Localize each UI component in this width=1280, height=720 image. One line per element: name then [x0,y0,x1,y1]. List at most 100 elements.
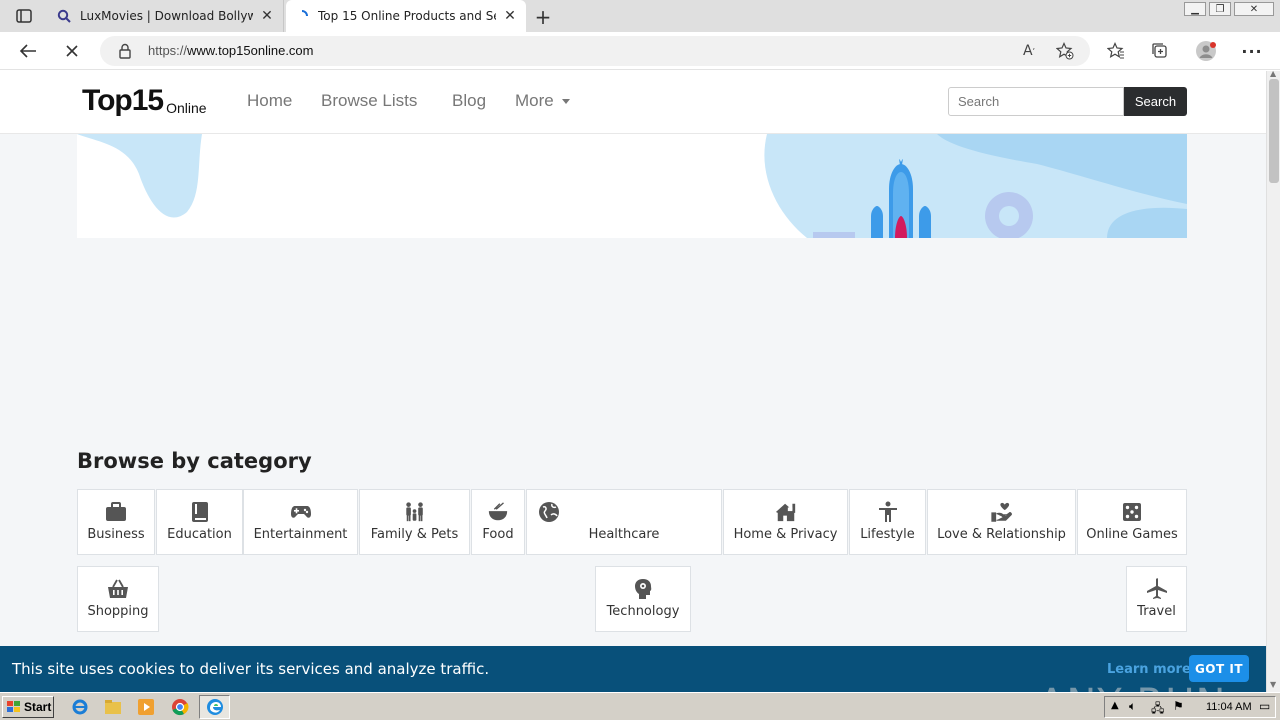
flag-icon[interactable]: ⚑ [1173,699,1184,713]
category-label: Food [482,527,514,542]
site-search-button[interactable]: Search [1124,87,1187,116]
url-scheme: https:// [148,43,188,58]
category-family-pets[interactable]: Family & Pets [359,489,470,555]
new-tab-button[interactable]: + [532,5,554,29]
media-player-taskbar-icon[interactable] [136,697,156,717]
category-entertainment[interactable]: Entertainment [243,489,358,555]
category-label: Love & Relationship [937,527,1066,542]
scroll-down-arrow-icon[interactable]: ▼ [1270,680,1276,689]
category-label: Technology [606,604,680,619]
explorer-taskbar-icon[interactable] [103,697,123,717]
scrollbar-thumb[interactable] [1269,79,1279,183]
stop-icon [66,45,78,57]
close-icon: ✕ [1249,3,1259,15]
start-button[interactable]: Start [2,696,54,718]
category-label: Business [87,527,145,542]
browser-tab-bar: LuxMovies | Download Bollywood ✕ Top 15 … [0,0,1280,32]
bowl-icon [487,501,509,523]
scroll-up-arrow-icon[interactable]: ▲ [1270,69,1276,78]
ie-taskbar-icon[interactable] [70,697,90,717]
anyrun-watermark: ANY RUN [1038,681,1226,692]
stop-loading-button[interactable] [61,40,83,62]
restore-icon: ❐ [1215,3,1225,15]
tab-actions-icon [16,9,32,23]
cookie-message: This site uses cookies to deliver its se… [12,660,490,678]
back-arrow-icon [19,44,36,58]
url-text[interactable]: https://www.top15online.com [148,43,314,58]
category-label: Home & Privacy [733,527,838,542]
minimize-button[interactable]: ▁ [1184,2,1206,16]
favorites-icon [1107,42,1124,59]
nav-more-dropdown[interactable]: More [515,91,570,111]
category-technology[interactable]: Technology [595,566,691,632]
network-icon[interactable]: 🖧︎ [1151,699,1164,720]
taskbar-clock[interactable]: 11:04 AM [1206,701,1252,713]
volume-icon[interactable]: 🔈︎ [1129,699,1136,714]
category-label: Education [167,527,232,542]
edge-taskbar-button[interactable] [199,695,230,719]
category-love-relationship[interactable]: Love & Relationship [927,489,1076,555]
minimize-icon: ▁ [1191,3,1199,15]
hero-banner [77,134,1187,238]
category-label: Online Games [1086,527,1178,542]
collections-button[interactable] [1149,40,1171,62]
category-shopping[interactable]: Shopping [77,566,159,632]
category-food[interactable]: Food [471,489,525,555]
url-host: www.top15online.com [187,43,314,58]
briefcase-icon [105,501,127,523]
category-business[interactable]: Business [77,489,155,555]
category-education[interactable]: Education [156,489,243,555]
category-label: Shopping [87,604,149,619]
edge-icon [205,697,225,717]
browse-by-category-heading: Browse by category [77,449,312,473]
site-logo[interactable]: Top15 Online [82,83,207,119]
category-label: Travel [1137,604,1176,619]
globe-icon [538,501,560,523]
cookie-learn-more-link[interactable]: Learn more [1107,662,1191,677]
read-aloud-icon[interactable]: Aʼ [1020,42,1038,60]
show-desktop-icon[interactable]: ▭ [1259,699,1270,713]
nav-blog[interactable]: Blog [452,91,486,111]
tab-title: Top 15 Online Products and Servi [318,9,496,23]
book-icon [189,501,211,523]
add-favorite-icon[interactable] [1056,42,1074,60]
category-label: Entertainment [253,527,348,542]
house-icon [775,501,797,523]
site-search-input[interactable] [948,87,1124,116]
windows-logo-icon [7,701,20,712]
close-window-button[interactable]: ✕ [1234,2,1274,16]
nav-home[interactable]: Home [247,91,292,111]
cookie-accept-button[interactable]: GOT IT [1189,655,1249,682]
tray-expand-icon[interactable]: ▲ [1111,700,1119,711]
tab-actions-button[interactable] [8,6,40,26]
address-bar[interactable]: https://www.top15online.com Aʼ [100,36,1090,66]
category-lifestyle[interactable]: Lifestyle [849,489,926,555]
brain-icon [632,578,654,600]
nav-browse-lists[interactable]: Browse Lists [321,91,417,111]
hero-illustration [77,134,1187,238]
logo-main-text: Top15 [82,84,164,117]
category-home-privacy[interactable]: Home & Privacy [723,489,848,555]
lock-icon [119,43,131,59]
category-online-games[interactable]: Online Games [1077,489,1187,555]
profile-button[interactable] [1195,40,1217,62]
tab-luxmovies[interactable]: LuxMovies | Download Bollywood ✕ [48,0,284,32]
restore-button[interactable]: ❐ [1209,2,1231,16]
chrome-taskbar-icon[interactable] [170,697,190,717]
settings-menu-button[interactable]: ··· [1241,40,1263,62]
search-favicon-icon [56,8,72,24]
back-button[interactable] [17,40,39,62]
tab-top15online[interactable]: Top 15 Online Products and Servi ✕ [286,0,526,32]
basket-icon [107,578,129,600]
close-tab-icon[interactable]: ✕ [502,8,518,24]
collections-icon [1152,43,1167,58]
family-icon [404,501,426,523]
site-header: Top15 Online Home Browse Lists Blog More… [0,71,1266,134]
category-healthcare[interactable]: Healthcare [526,489,722,555]
browser-toolbar: https://www.top15online.com Aʼ ··· [0,32,1280,70]
heart-hand-icon [990,501,1013,523]
close-tab-icon[interactable]: ✕ [259,8,275,24]
page-scrollbar[interactable]: ▲ ▼ [1266,69,1280,692]
favorites-button[interactable] [1105,40,1127,62]
category-travel[interactable]: Travel [1126,566,1187,632]
